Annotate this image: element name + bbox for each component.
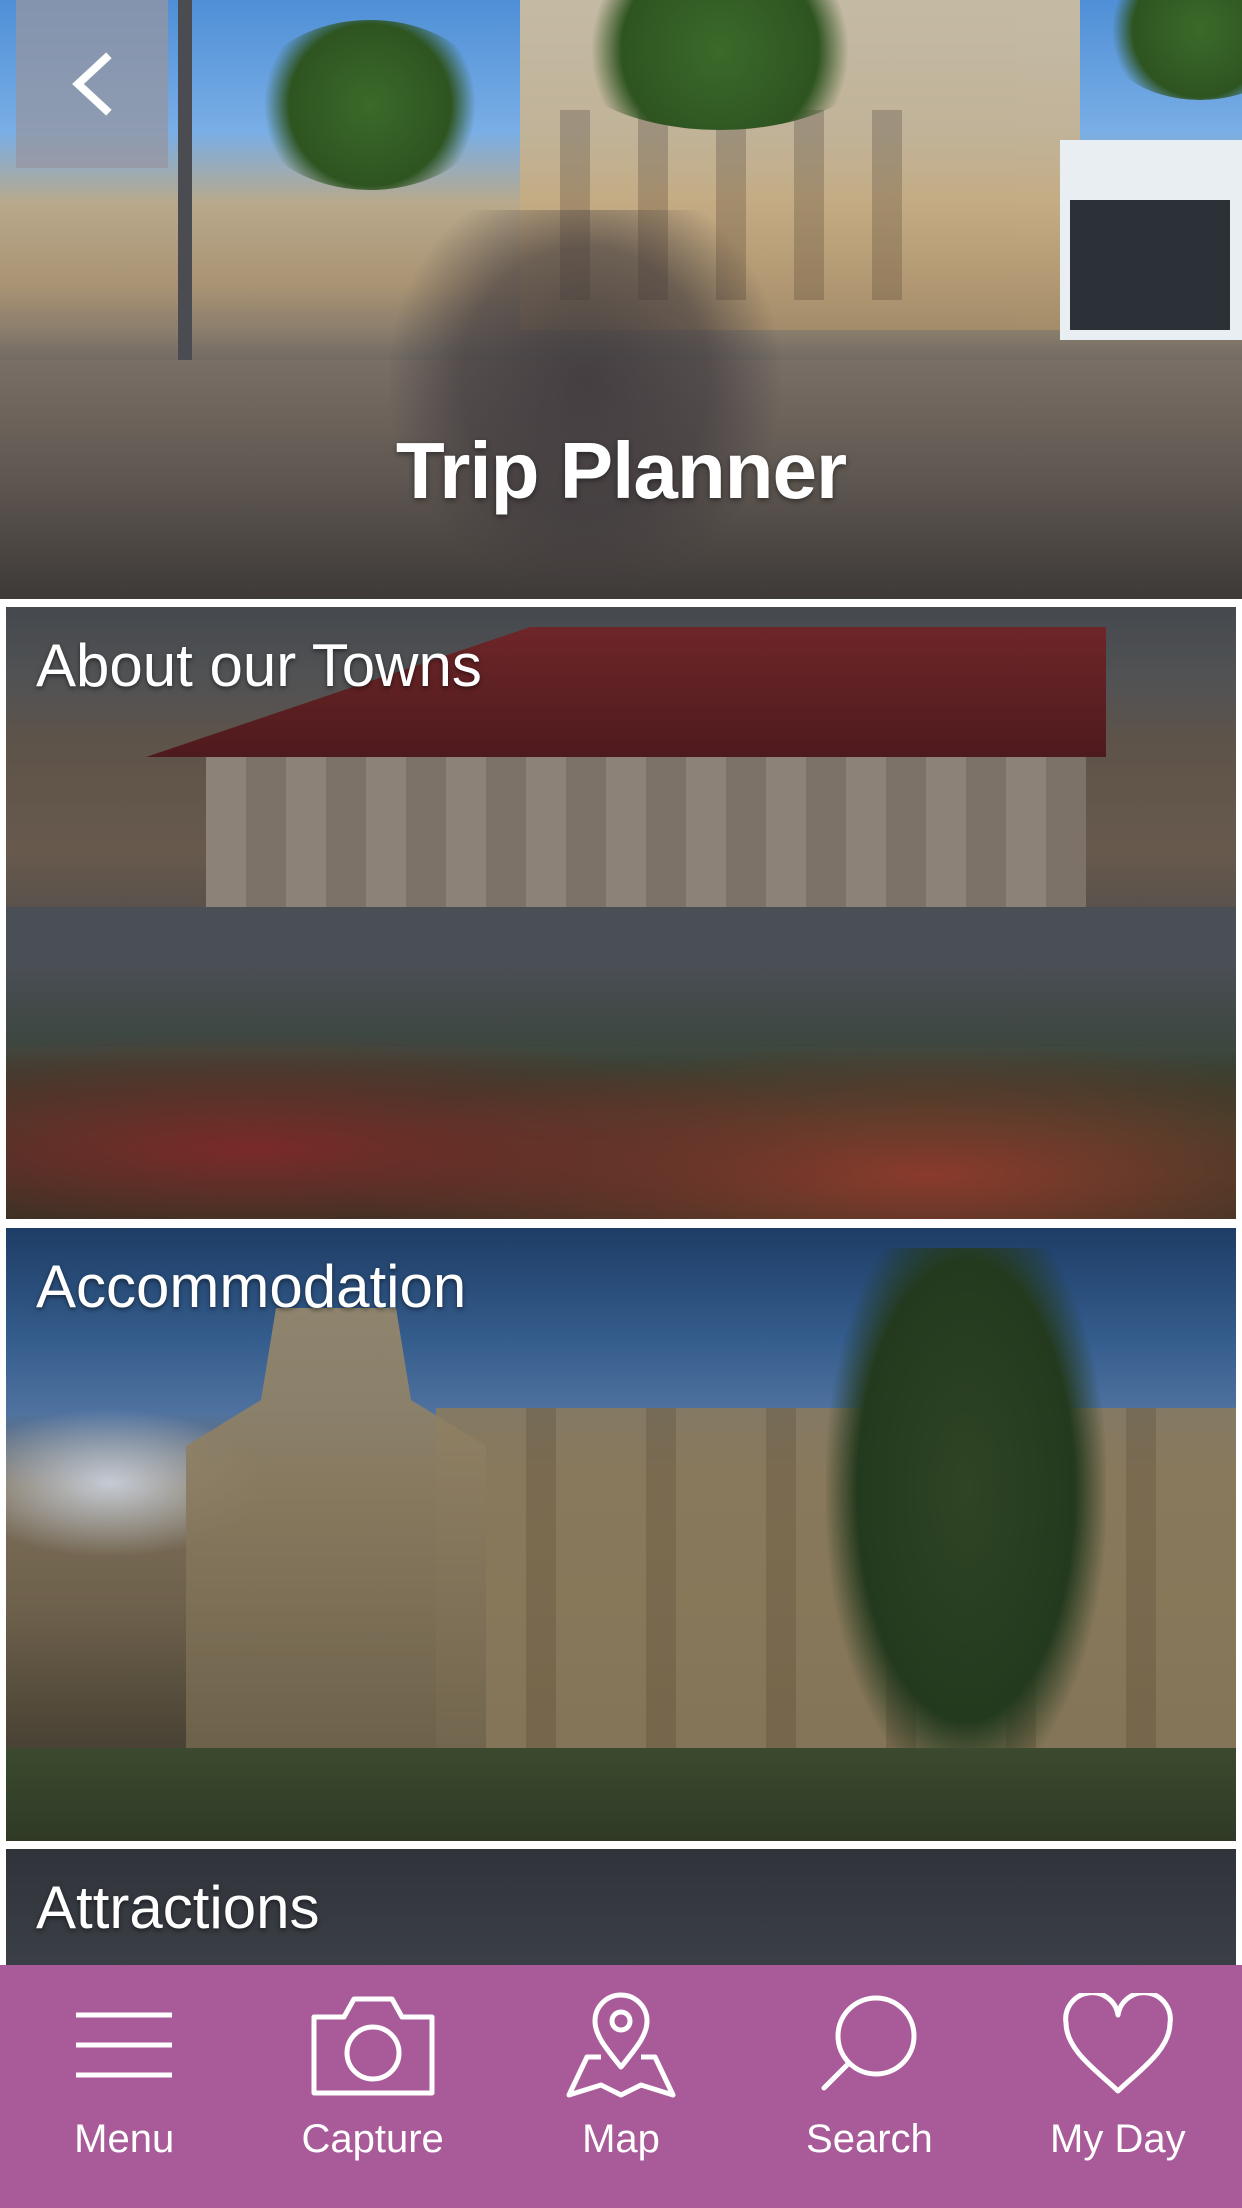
category-tile-attractions[interactable]: Attractions <box>6 1849 1236 1969</box>
category-label: Accommodation <box>36 1253 467 1320</box>
hero-banner: Trip Planner <box>0 0 1242 599</box>
camera-icon <box>303 1985 443 2105</box>
nav-search-button[interactable]: Search <box>745 1965 993 2208</box>
nav-label: Map <box>582 2117 660 2161</box>
tile-image-tree <box>826 1248 1106 1788</box>
category-label: Attractions <box>36 1874 320 1941</box>
tile-image-church <box>186 1308 486 1768</box>
bottom-navigation-bar: Menu Capture Map Search My Day <box>0 1965 1242 2208</box>
category-label: About our Towns <box>36 632 482 699</box>
hero-family-photo <box>390 210 780 590</box>
nav-menu-button[interactable]: Menu <box>0 1965 248 2208</box>
tile-image-foliage <box>6 967 1236 1219</box>
category-tile-about-our-towns[interactable]: About our Towns <box>6 607 1236 1219</box>
nav-my-day-button[interactable]: My Day <box>994 1965 1242 2208</box>
tile-image-building <box>206 757 1086 907</box>
nav-label: Menu <box>74 2117 175 2161</box>
nav-label: My Day <box>1050 2117 1186 2161</box>
tile-image-lawn <box>6 1748 1236 1841</box>
nav-map-button[interactable]: Map <box>497 1965 745 2208</box>
heart-icon <box>1048 1985 1188 2105</box>
map-pin-icon <box>551 1985 691 2105</box>
nav-capture-button[interactable]: Capture <box>248 1965 496 2208</box>
nav-label: Capture <box>301 2117 444 2161</box>
back-button[interactable] <box>16 0 168 168</box>
page-title: Trip Planner <box>395 426 847 515</box>
search-icon <box>799 1985 939 2105</box>
nav-label: Search <box>806 2117 933 2161</box>
category-tile-accommodation[interactable]: Accommodation <box>6 1228 1236 1841</box>
hero-background-store <box>1060 140 1242 340</box>
hero-palm-tree <box>250 20 490 190</box>
chevron-left-icon <box>72 52 112 116</box>
hamburger-menu-icon <box>54 1985 194 2105</box>
hero-palm-tree <box>1100 0 1242 100</box>
